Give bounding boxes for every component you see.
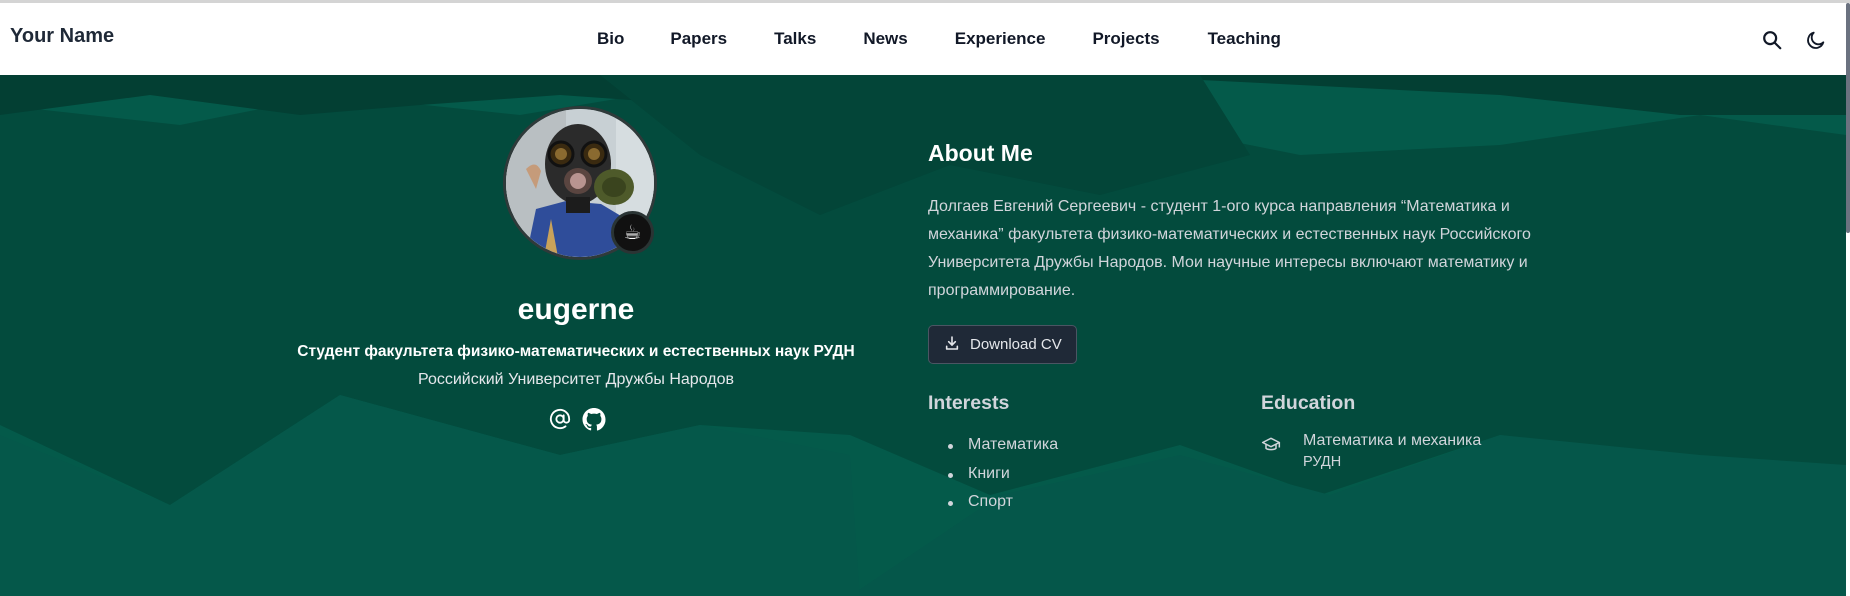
navbar: Your Name Bio Papers Talks News Experien… <box>0 3 1850 75</box>
about-title: About Me <box>928 140 1033 166</box>
interests-title: Interests <box>928 392 1010 414</box>
nav-link-news[interactable]: News <box>863 29 907 49</box>
search-icon[interactable] <box>1761 29 1783 51</box>
education-course: Математика и механика <box>1303 432 1482 449</box>
interests-list: Математика Книги Спорт <box>948 431 1058 517</box>
nav-link-teaching[interactable]: Teaching <box>1208 29 1281 49</box>
nav-link-projects[interactable]: Projects <box>1092 29 1159 49</box>
education-institution: РУДН <box>1303 454 1342 470</box>
education-entry: Математика и механика РУДН <box>1261 431 1481 473</box>
page-scrollbar[interactable] <box>1846 3 1850 233</box>
profile-organization: Российский Университет Дружбы Народов <box>418 371 734 388</box>
download-icon <box>944 335 960 355</box>
list-item: Книги <box>948 460 1058 489</box>
nav-link-talks[interactable]: Talks <box>774 29 816 49</box>
site-brand[interactable]: Your Name <box>10 25 114 48</box>
about-text: Долгаев Евгений Сергеевич - студент 1-ог… <box>928 198 1531 299</box>
list-item: Спорт <box>948 488 1058 517</box>
social-links <box>548 407 606 431</box>
at-sign-icon[interactable] <box>548 407 572 431</box>
nav-links: Bio Papers Talks News Experience Project… <box>597 29 1329 49</box>
github-icon[interactable] <box>582 407 606 431</box>
download-cv-button[interactable]: Download CV <box>928 325 1077 364</box>
coffee-icon: ☕ <box>611 211 654 254</box>
nav-link-experience[interactable]: Experience <box>955 29 1046 49</box>
hero-section: ☕ eugerne Студент факультета физико-мате… <box>0 75 1846 596</box>
graduation-cap-icon <box>1261 435 1281 455</box>
nav-link-bio[interactable]: Bio <box>597 29 624 49</box>
education-title: Education <box>1261 392 1356 414</box>
profile-avatar-container: ☕ <box>503 106 657 260</box>
moon-icon[interactable] <box>1805 29 1827 51</box>
list-item: Математика <box>948 431 1058 460</box>
hero-background-shapes <box>0 75 1846 596</box>
nav-link-papers[interactable]: Papers <box>670 29 727 49</box>
download-cv-label: Download CV <box>970 336 1062 353</box>
